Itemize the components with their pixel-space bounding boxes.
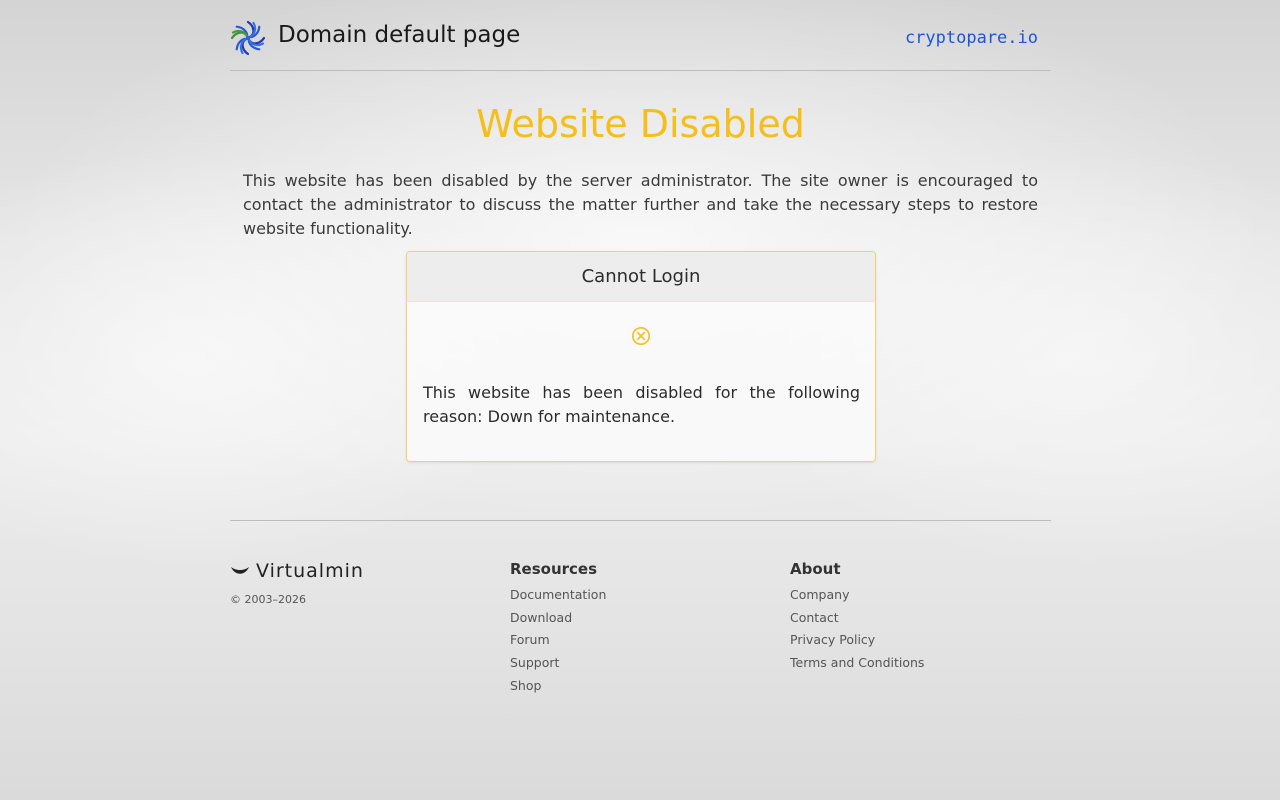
card-title: Cannot Login <box>407 252 875 302</box>
footer-resources: Resources Documentation Download Forum S… <box>510 560 606 698</box>
link-documentation[interactable]: Documentation <box>510 587 606 602</box>
footer-divider <box>230 520 1051 521</box>
page-header: Domain default page cryptopare.io <box>230 0 1051 71</box>
main-heading: Website Disabled <box>476 102 805 146</box>
link-contact[interactable]: Contact <box>790 610 839 625</box>
card-message: This website has been disabled for the f… <box>423 383 860 426</box>
link-terms-and-conditions[interactable]: Terms and Conditions <box>790 655 924 670</box>
virtualmin-swirl-icon <box>230 20 266 56</box>
virtualmin-logo[interactable]: Virtualmin <box>230 560 364 582</box>
link-privacy-policy[interactable]: Privacy Policy <box>790 632 875 647</box>
page-title: Domain default page <box>278 22 521 48</box>
about-heading: About <box>790 560 841 578</box>
domain-link[interactable]: cryptopare.io <box>905 28 1038 48</box>
link-support[interactable]: Support <box>510 655 559 670</box>
page-container: Domain default page cryptopare.io Websit… <box>230 0 1051 693</box>
footer-about: About Company Contact Privacy Policy Ter… <box>790 560 924 676</box>
brand-name: Virtualmin <box>256 560 364 582</box>
link-download[interactable]: Download <box>510 610 572 625</box>
link-forum[interactable]: Forum <box>510 632 550 647</box>
link-shop[interactable]: Shop <box>510 678 541 693</box>
intro-text: This website has been disabled by the se… <box>243 171 1038 238</box>
link-company[interactable]: Company <box>790 587 849 602</box>
copyright: © 2003–2026 <box>230 593 306 606</box>
virtualmin-chevron-icon <box>231 567 249 574</box>
cannot-login-card: Cannot Login This website has been disab… <box>406 251 876 462</box>
resources-heading: Resources <box>510 560 598 578</box>
error-circle-x-icon <box>632 327 650 345</box>
